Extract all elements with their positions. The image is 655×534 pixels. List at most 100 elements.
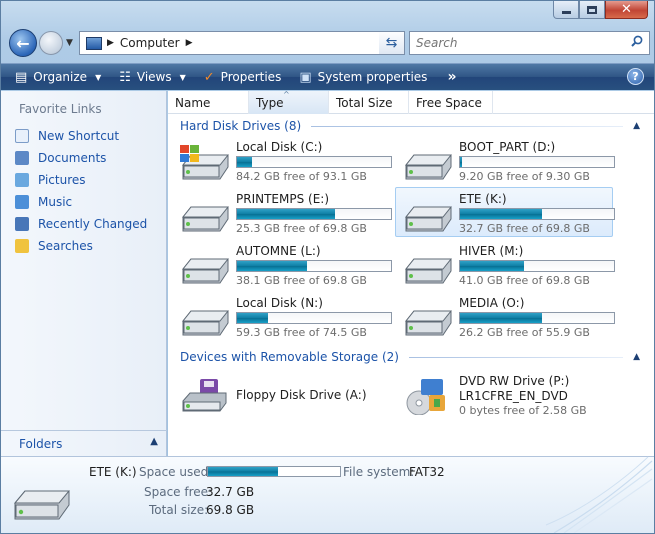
drive-tile[interactable]: PRINTEMPS (E:) 25.3 GB free of 69.8 GB	[172, 187, 392, 237]
search-icon[interactable]	[631, 35, 643, 47]
drive-name: DVD RW Drive (P:)	[459, 374, 570, 388]
drive-usage-fill	[460, 313, 542, 323]
drive-usage-fill	[237, 261, 307, 271]
drive-tile-floppy[interactable]: Floppy Disk Drive (A:)	[172, 369, 390, 419]
properties-icon: ✓	[203, 69, 215, 85]
drive-free-space: 25.3 GB free of 69.8 GB	[236, 222, 367, 235]
help-button[interactable]: ?	[627, 68, 644, 85]
details-filesystem-label: File system:	[343, 465, 415, 479]
breadcrumb-chevron-icon[interactable]: ▶	[107, 38, 114, 48]
details-space-free-value: 32.7 GB	[206, 485, 255, 499]
drive-name: MEDIA (O:)	[459, 296, 525, 310]
space-used-fill	[208, 467, 279, 476]
nav-link-label: Music	[38, 195, 73, 209]
decorative-swirl-graphic	[545, 456, 653, 533]
views-icon: ☷	[119, 69, 131, 85]
nav-link-recently-changed[interactable]: Recently Changed	[15, 213, 147, 235]
nav-link-label: Searches	[38, 239, 93, 253]
more-commands-button[interactable]: »	[443, 66, 460, 88]
group-divider	[311, 125, 624, 127]
hard-drive-icon	[404, 206, 453, 232]
nav-link-label: Documents	[38, 151, 107, 165]
properties-button[interactable]: ✓ Properties	[200, 66, 286, 88]
nav-link-label: Recently Changed	[38, 217, 148, 231]
drive-usage-bar	[459, 156, 615, 168]
nav-link-documents[interactable]: Documents	[15, 147, 147, 169]
windows-drive-icon	[180, 145, 230, 180]
drive-usage-bar	[236, 260, 392, 272]
drive-tile[interactable]: Local Disk (C:) 84.2 GB free of 93.1 GB	[172, 135, 392, 185]
group-header-hard-disk-drives[interactable]: Hard Disk Drives (8) ▲	[180, 117, 640, 135]
close-button[interactable]: ✕	[605, 1, 648, 19]
column-header-label: Free Space	[416, 95, 482, 110]
organize-label: Organize	[33, 70, 88, 84]
details-filesystem-value: FAT32	[409, 465, 445, 479]
forward-button[interactable]	[39, 31, 63, 55]
recent-pages-dropdown-icon[interactable]: ▼	[66, 38, 73, 48]
group-header-removable-storage[interactable]: Devices with Removable Storage (2) ▲	[180, 348, 640, 366]
drive-tile[interactable]: HIVER (M:) 41.0 GB free of 69.8 GB	[395, 239, 615, 289]
nav-link-music[interactable]: Music	[15, 191, 147, 213]
floppy-drive-icon	[182, 379, 227, 412]
system-properties-button[interactable]: ▣ System properties	[295, 66, 431, 88]
nav-link-pictures[interactable]: Pictures	[15, 169, 147, 191]
nav-link-label: Pictures	[38, 173, 86, 187]
dvd-drive-icon	[406, 379, 445, 415]
views-label: Views	[136, 70, 172, 84]
caption-buttons: ✕	[553, 1, 648, 19]
drive-tile[interactable]: ETE (K:) 32.7 GB free of 69.8 GB	[395, 187, 615, 237]
drive-free-space: 32.7 GB free of 69.8 GB	[459, 222, 590, 235]
drive-name: HIVER (M:)	[459, 244, 524, 258]
hard-drive-icon	[181, 310, 230, 336]
collapse-group-icon[interactable]: ▲	[633, 121, 640, 131]
breadcrumb-computer[interactable]: Computer	[120, 36, 180, 50]
minimize-button[interactable]	[553, 1, 579, 19]
column-header-name[interactable]: Name	[168, 91, 249, 114]
navigation-row: ← ▼ ▶ Computer ▶ ▼ ⇆	[7, 29, 650, 59]
drive-name: ETE (K:)	[459, 192, 507, 206]
favorite-links-list: New Shortcut Documents Pictures Music Re…	[15, 125, 147, 257]
drive-free-space: 41.0 GB free of 69.8 GB	[459, 274, 590, 287]
drive-free-space: 0 bytes free of 2.58 GB	[459, 404, 587, 417]
views-button[interactable]: ☷ Views ▼	[115, 66, 190, 88]
organize-button[interactable]: ▤ Organize ▼	[11, 66, 105, 88]
drive-free-space: 9.20 GB free of 9.30 GB	[459, 170, 590, 183]
column-header-type[interactable]: ^ Type	[249, 90, 329, 114]
drive-usage-fill	[237, 157, 252, 167]
refresh-button[interactable]: ⇆	[379, 31, 405, 55]
nav-link-new-shortcut[interactable]: New Shortcut	[15, 125, 147, 147]
maximize-button[interactable]	[579, 1, 605, 19]
pictures-icon	[15, 173, 29, 187]
address-bar[interactable]: ▶ Computer ▶ ▼	[79, 31, 403, 55]
drive-free-space: 26.2 GB free of 55.9 GB	[459, 326, 590, 339]
chevron-down-icon: ▼	[95, 72, 102, 82]
drive-usage-bar	[236, 312, 392, 324]
nav-link-searches[interactable]: Searches	[15, 235, 147, 257]
drive-tile[interactable]: MEDIA (O:) 26.2 GB free of 55.9 GB	[395, 291, 615, 341]
folders-label: Folders	[19, 436, 63, 451]
column-header-total-size[interactable]: Total Size	[329, 91, 409, 114]
details-total-size-value: 69.8 GB	[206, 503, 255, 517]
nav-link-label: New Shortcut	[38, 129, 120, 143]
drive-usage-fill	[460, 261, 524, 271]
drive-tile-dvd[interactable]: DVD RW Drive (P:) LR1CFRE_EN_DVD 0 bytes…	[395, 369, 613, 419]
hard-drive-icon	[404, 258, 453, 284]
drive-free-space: 84.2 GB free of 93.1 GB	[236, 170, 367, 183]
hard-drive-icon	[404, 154, 453, 180]
search-input[interactable]	[416, 36, 616, 50]
documents-icon	[15, 151, 29, 165]
collapse-group-icon[interactable]: ▲	[633, 352, 640, 362]
folders-toggle[interactable]: Folders ▲	[1, 430, 167, 456]
breadcrumb-chevron-icon[interactable]: ▶	[186, 38, 193, 48]
drive-tile[interactable]: BOOT_PART (D:) 9.20 GB free of 9.30 GB	[395, 135, 615, 185]
search-box[interactable]	[409, 31, 650, 55]
system-properties-icon: ▣	[299, 69, 312, 85]
column-header-free-space[interactable]: Free Space	[409, 91, 493, 114]
drive-tile[interactable]: Local Disk (N:) 59.3 GB free of 74.5 GB	[172, 291, 392, 341]
back-button[interactable]: ←	[9, 29, 37, 57]
properties-label: Properties	[220, 70, 282, 84]
system-properties-label: System properties	[317, 70, 428, 84]
refresh-icon: ⇆	[385, 35, 398, 51]
help-icon: ?	[632, 70, 639, 83]
drive-tile[interactable]: AUTOMNE (L:) 38.1 GB free of 69.8 GB	[172, 239, 392, 289]
